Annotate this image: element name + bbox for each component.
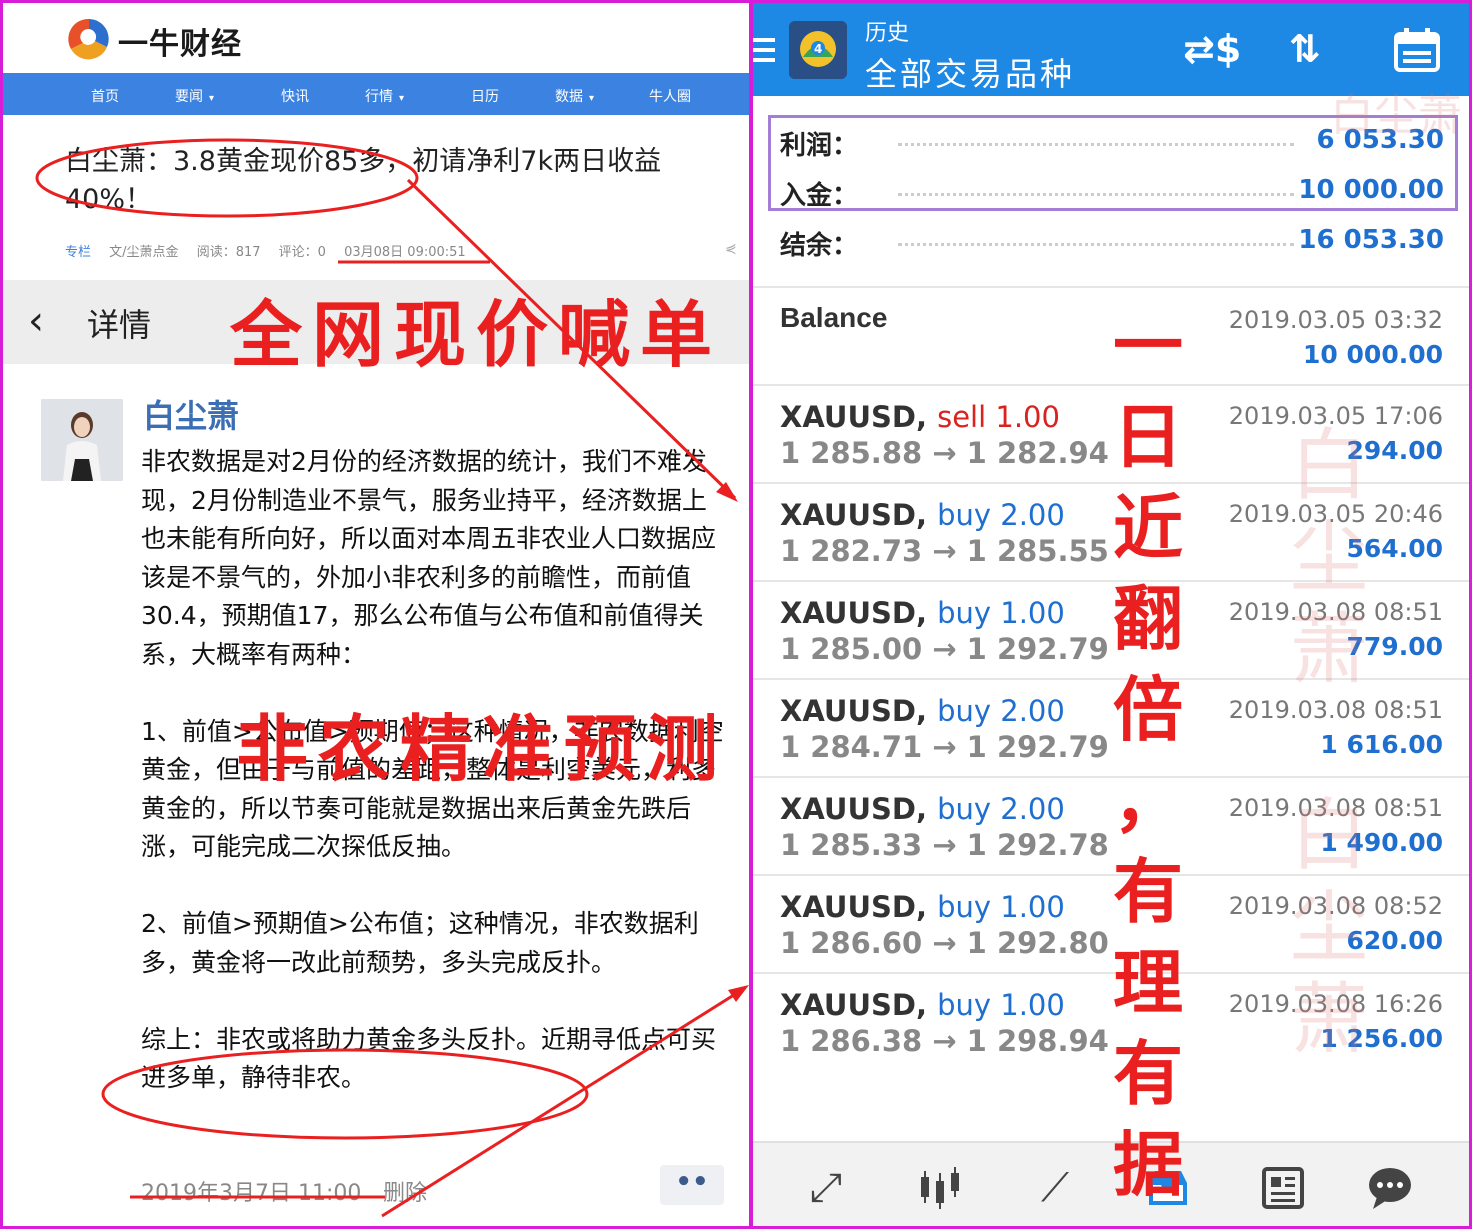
- trade-symbol: XAUUSD, buy 2.00: [780, 792, 1065, 826]
- trade-symbol: XAUUSD, buy 1.00: [780, 890, 1065, 924]
- header-subtitle: 历史: [865, 21, 910, 46]
- trade-side-volume: buy 1.00: [937, 988, 1065, 1022]
- header-title[interactable]: 全部交易品种: [865, 49, 1075, 95]
- balance-amount: 10 000.00: [1303, 340, 1443, 369]
- trade-prices: 1 282.73 → 1 285.55: [780, 534, 1109, 568]
- back-arrow-icon[interactable]: ‹: [28, 298, 44, 344]
- watermark-bottom: 白尘萧: [1290, 791, 1369, 1065]
- trade-side-volume: buy 1.00: [937, 596, 1065, 630]
- sort-icon[interactable]: ⇅: [1289, 27, 1321, 71]
- trade-prices: 1 286.38 → 1 298.94: [780, 1024, 1109, 1058]
- paragraph: 2、前值>预期值>公布值；这种情况，非农数据利多，黄金将一改此前颓势，多头完成反…: [141, 909, 699, 977]
- trade-symbol: XAUUSD, buy 1.00: [780, 988, 1065, 1022]
- watermark-top: 白尘萧: [1330, 90, 1462, 141]
- site-header: 4 一牛财经: [3, 3, 749, 73]
- trade-symbol: XAUUSD, buy 1.00: [780, 596, 1065, 630]
- trade-prices: 1 285.00 → 1 292.79: [780, 632, 1109, 666]
- trade-side-volume: buy 2.00: [937, 694, 1065, 728]
- trade-side-volume: buy 2.00: [937, 498, 1065, 532]
- candlestick-icon[interactable]: [915, 1163, 965, 1213]
- chat-icon[interactable]: [1365, 1163, 1415, 1213]
- chart-line-icon[interactable]: ⟋: [1030, 1163, 1080, 1213]
- trade-prices: 1 285.88 → 1 282.94: [780, 436, 1109, 470]
- panel-divider: [749, 0, 753, 1229]
- avatar-portrait-icon: [41, 399, 123, 481]
- meta-column[interactable]: 专栏: [65, 245, 91, 260]
- nav-flash[interactable]: 快讯: [281, 86, 309, 106]
- balance-date: 2019.03.05 03:32: [1228, 306, 1443, 334]
- summary-value: 10 000.00: [1298, 175, 1444, 205]
- detail-title: 详情: [87, 306, 152, 344]
- hamburger-menu-icon[interactable]: [753, 38, 775, 66]
- trade-side-volume: buy 1.00: [937, 890, 1065, 924]
- delete-link[interactable]: 删除: [383, 1175, 427, 1207]
- nav-calendar[interactable]: 日历: [471, 86, 499, 106]
- nav-home[interactable]: 首页: [91, 86, 119, 106]
- summary-label: 入金：: [780, 181, 859, 211]
- meta-date: 03月08日 09:00:51: [344, 245, 466, 260]
- nav-community[interactable]: 牛人圈: [649, 86, 691, 106]
- chevron-down-icon: ▾: [589, 93, 595, 104]
- meta-reads: 阅读：817: [196, 245, 261, 260]
- article-title[interactable]: 白尘萧：3.8黄金现价85多，初请净利7k两日收益40%！: [65, 143, 705, 219]
- currency-exchange-icon[interactable]: ⇄$: [1183, 27, 1241, 71]
- balance-title: Balance: [780, 302, 888, 333]
- article-meta: 专栏 文/尘萧点金 阅读：817 评论：0 03月08日 09:00:51: [65, 241, 480, 260]
- trade-arrows-icon[interactable]: ⤢: [801, 1163, 851, 1213]
- article-panel: 4 一牛财经 首页 要闻 ▾ 快讯 行情 ▾ 日历 数据 ▾ 牛人圈 白尘萧：3.8黄…: [3, 3, 749, 1226]
- summary-label: 结余：: [780, 231, 859, 261]
- site-logo-text[interactable]: 一牛财经: [118, 19, 242, 63]
- svg-text:4: 4: [82, 28, 95, 49]
- summary-row-deposit: 入金： 10 000.00: [780, 171, 1444, 211]
- trade-date: 2019.03.08 08:51: [1228, 696, 1443, 724]
- author-avatar[interactable]: [41, 399, 123, 481]
- summary-row-balance: 结余： 16 053.30: [780, 221, 1444, 261]
- calendar-icon[interactable]: [1393, 27, 1441, 82]
- paragraph: 非农数据是对2月份的经济数据的统计，我们不难发现，2月份制造业不景气，服务业持平…: [141, 447, 717, 669]
- meta-comments: 评论：0: [278, 245, 326, 260]
- author-name[interactable]: 白尘萧: [143, 391, 239, 437]
- trade-symbol: XAUUSD, buy 2.00: [780, 498, 1065, 532]
- app-header: 4 历史 全部交易品种 ⇄$ ⇅: [753, 3, 1469, 96]
- svg-text:4: 4: [814, 42, 822, 56]
- callout-nfp-forecast: 非农精准预测: [236, 706, 729, 791]
- chevron-down-icon: ▾: [209, 93, 215, 104]
- trade-profit: 1 616.00: [1320, 730, 1443, 759]
- trade-symbol: XAUUSD, buy 2.00: [780, 694, 1065, 728]
- meta-author: 文/尘萧点金: [109, 245, 179, 260]
- trade-prices: 1 285.33 → 1 292.78: [780, 828, 1109, 862]
- share-icon[interactable]: ⋞: [725, 241, 741, 257]
- chevron-down-icon: ▾: [399, 93, 405, 104]
- trade-symbol: XAUUSD, sell 1.00: [780, 400, 1060, 434]
- callout-live-call: 全网现价喊单: [230, 292, 723, 377]
- summary-value: 16 053.30: [1298, 225, 1444, 255]
- nav-market[interactable]: 行情 ▾: [365, 86, 404, 106]
- trade-side-volume: sell 1.00: [937, 400, 1060, 434]
- trade-side-volume: buy 2.00: [937, 792, 1065, 826]
- paragraph: 综上：非农或将助力黄金多头反扑。近期寻低点可买进多单，静待非农。: [141, 1024, 717, 1093]
- nav-news[interactable]: 要闻 ▾: [175, 86, 214, 106]
- metatrader-app-icon: 4: [789, 21, 847, 79]
- summary-label: 利润：: [780, 131, 859, 161]
- more-options-button[interactable]: ••: [660, 1165, 724, 1205]
- site-logo-icon: 4: [68, 18, 109, 60]
- post-time: 2019年3月7日 11:00: [141, 1181, 362, 1206]
- news-icon[interactable]: [1258, 1163, 1308, 1213]
- callout-vertical: 一日近翻倍，有理有据: [1113, 304, 1183, 1206]
- trade-prices: 1 284.71 → 1 292.79: [780, 730, 1109, 764]
- top-nav: 首页 要闻 ▾ 快讯 行情 ▾ 日历 数据 ▾ 牛人圈: [3, 73, 749, 115]
- nav-data[interactable]: 数据 ▾: [555, 86, 594, 106]
- trade-prices: 1 286.60 → 1 292.80: [780, 926, 1109, 960]
- watermark-mid: 白尘萧: [1290, 421, 1369, 695]
